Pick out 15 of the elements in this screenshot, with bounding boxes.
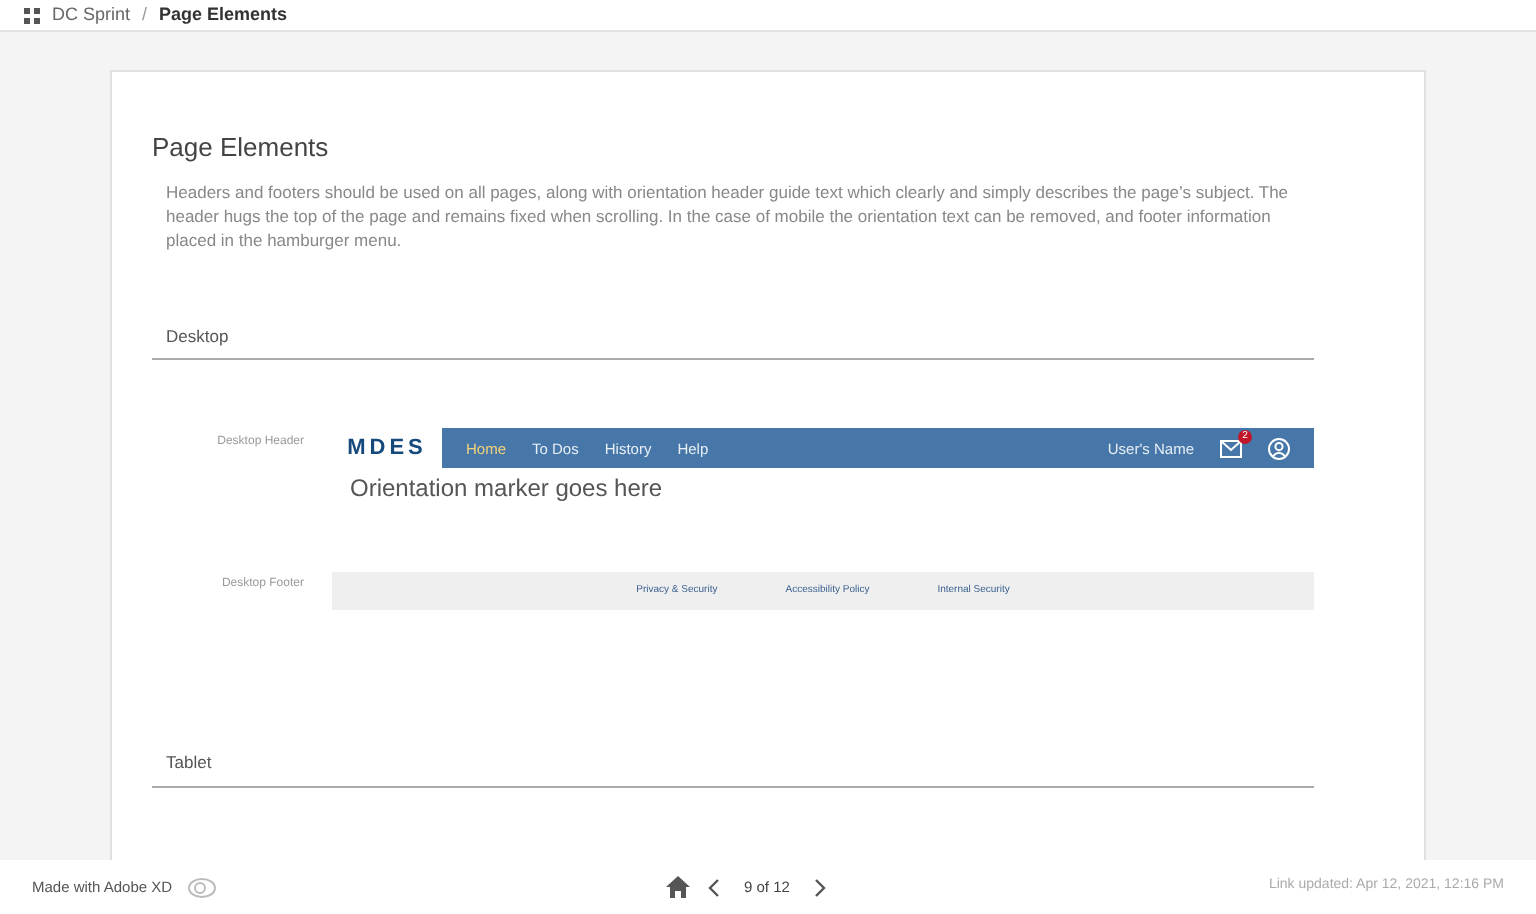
- card-title: Page Elements: [152, 130, 331, 166]
- user-icon[interactable]: [1268, 437, 1290, 460]
- home-icon[interactable]: [666, 876, 690, 898]
- grid-icon[interactable]: [24, 7, 40, 23]
- description: Headers and footers should be used on all pages, along with orientation header guide text which clearly and simply describes the page’s subject. The header hugs the top of the page and remains fixed when scrolling. In the case of mobile the orientation text can be removed, and footer information placed in the hamburger menu.: [164, 179, 1291, 251]
- section-heading: Tablet: [152, 750, 1314, 788]
- section-heading: Desktop: [152, 323, 1314, 361]
- orientation-text: Orientation marker goes here: [348, 472, 665, 507]
- page-name: Page Elements: [159, 4, 288, 26]
- mdes-logo: MDES: [345, 434, 429, 465]
- project-name[interactable]: DC Sprint: [52, 4, 131, 26]
- next-icon[interactable]: [813, 877, 826, 897]
- mail-icon[interactable]: [1220, 439, 1242, 458]
- breadcrumb-separator: /: [142, 4, 148, 26]
- previous-icon[interactable]: [708, 877, 720, 897]
